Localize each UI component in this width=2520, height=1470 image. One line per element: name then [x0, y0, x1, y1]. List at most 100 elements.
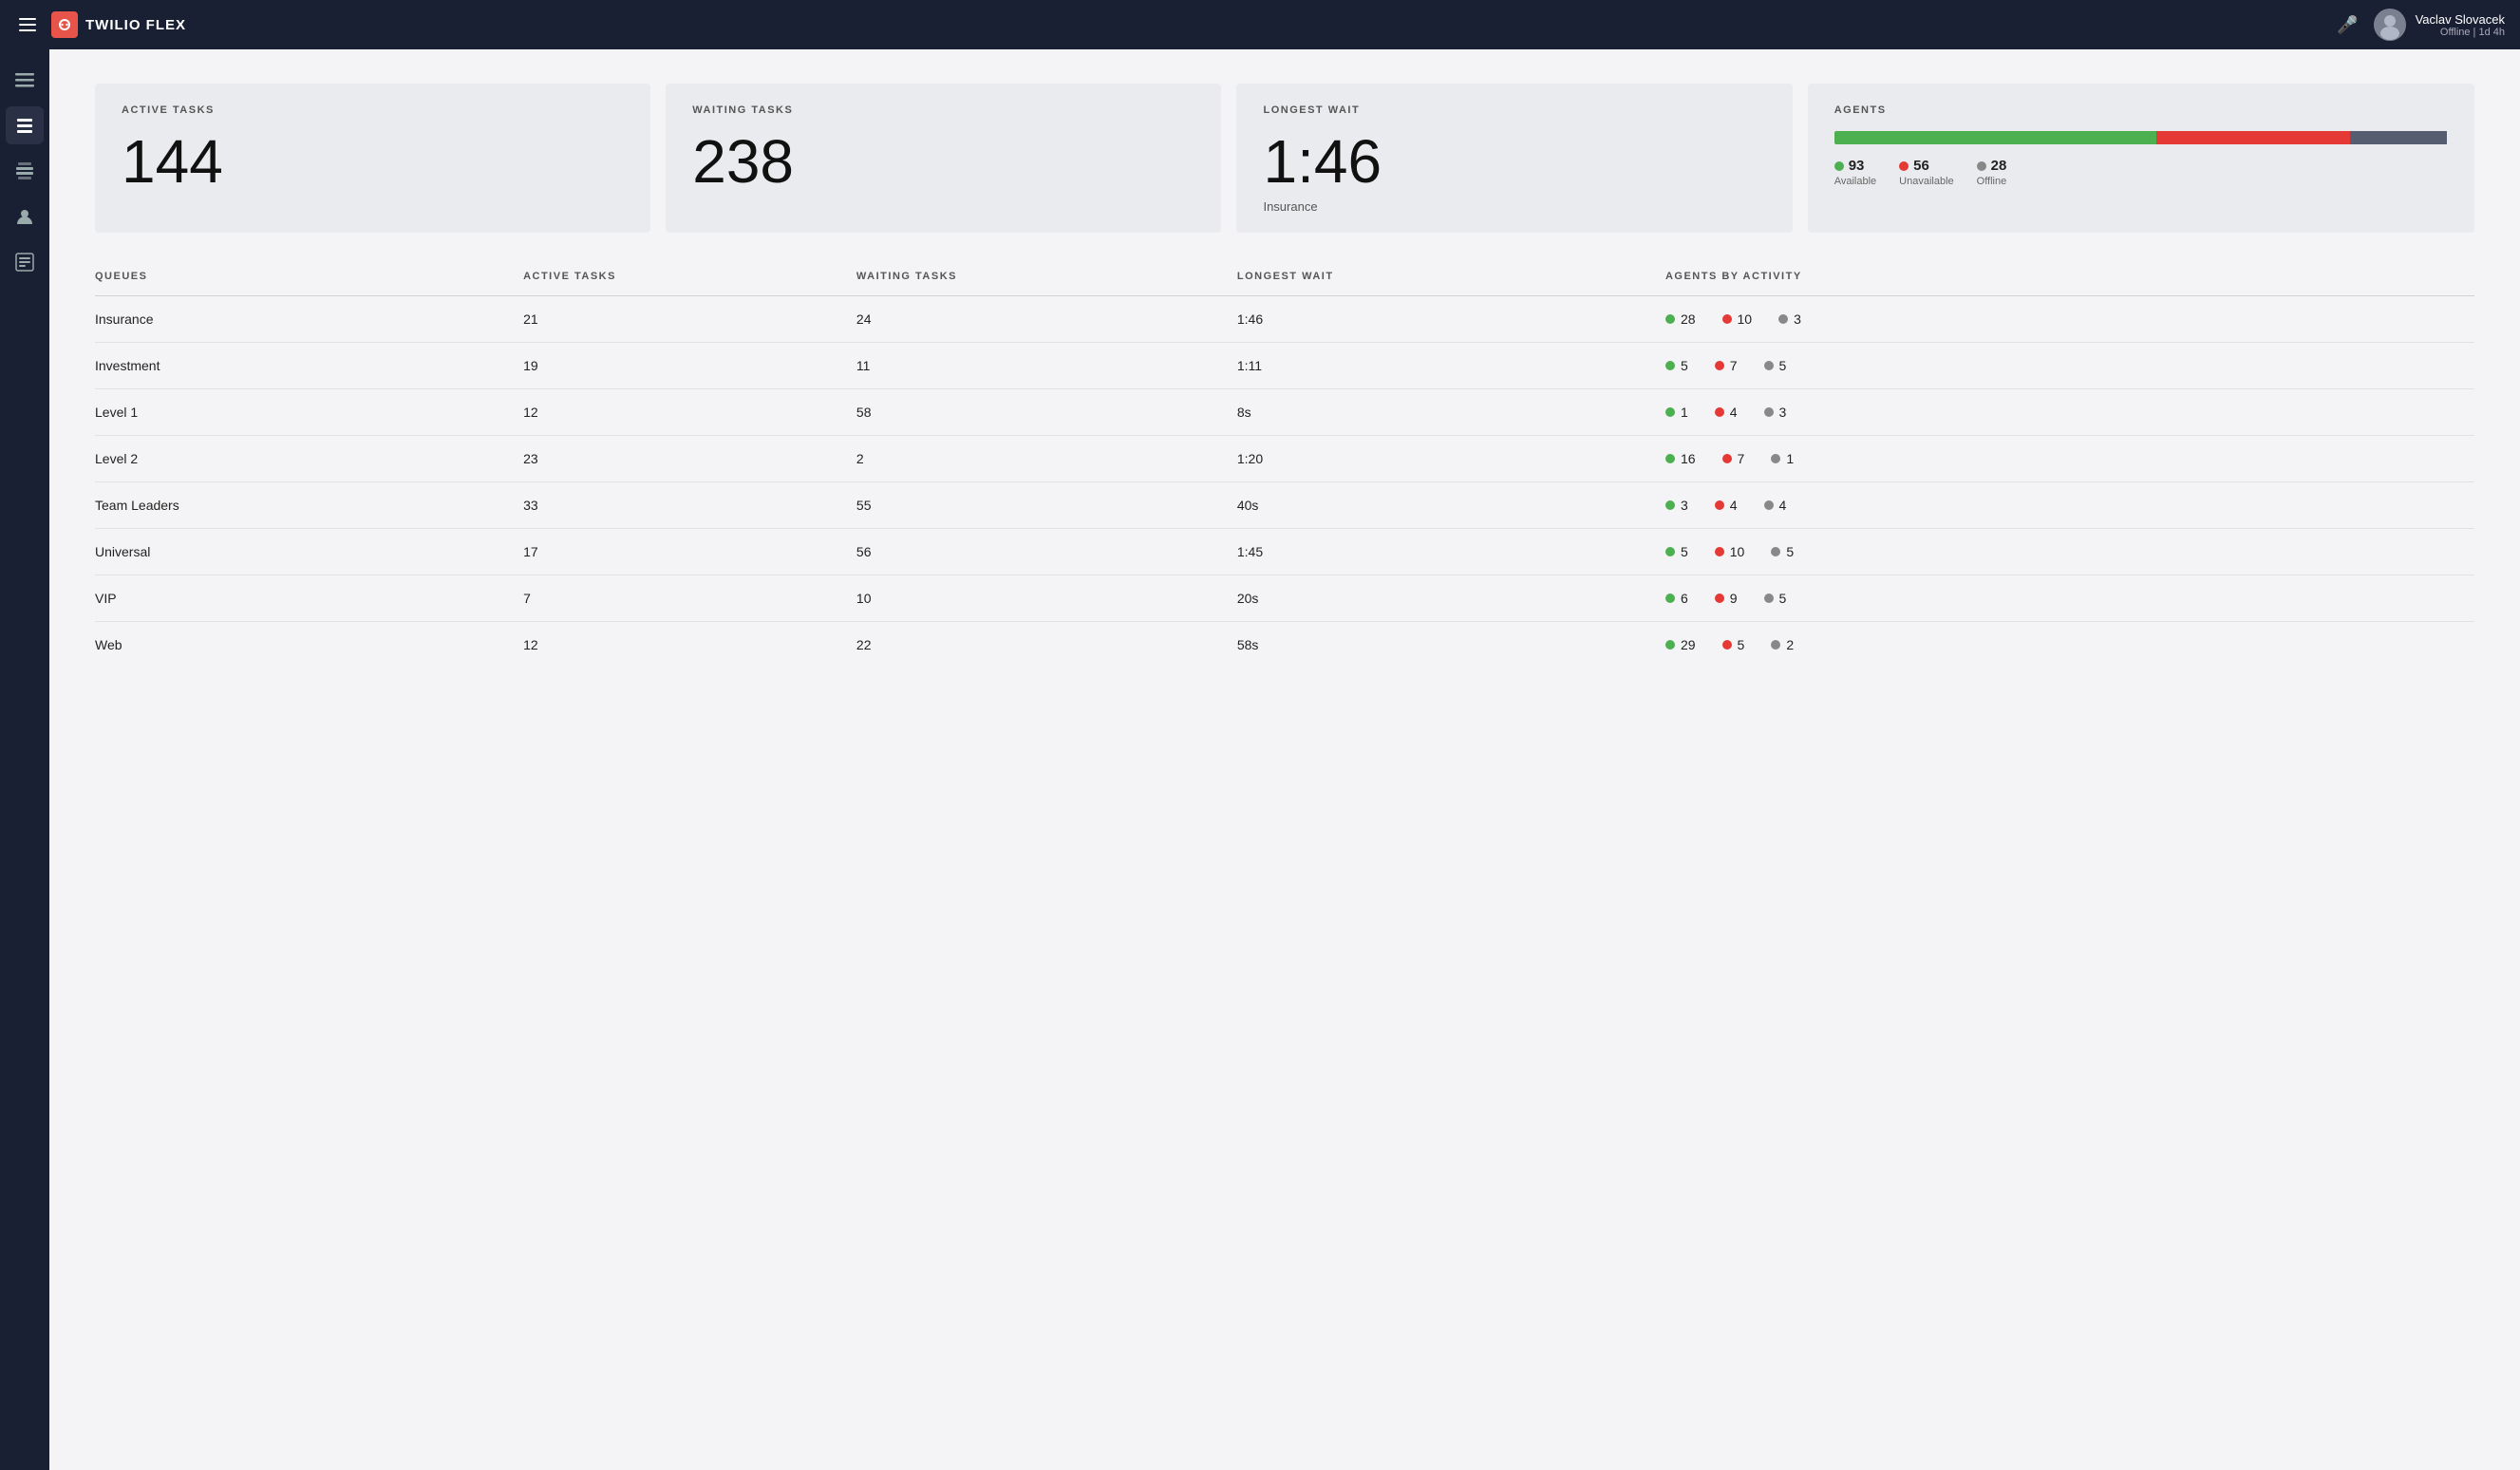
unavailable-count-0: 10 — [1738, 311, 1753, 327]
longest-wait-card: LONGEST WAIT 1:46 Insurance — [1236, 84, 1792, 233]
agents-bar-unavailable — [2156, 131, 2350, 144]
activity-available-6: 6 — [1665, 591, 1688, 606]
available-count-7: 29 — [1681, 637, 1696, 652]
offline-count-3: 1 — [1786, 451, 1794, 466]
cell-waiting-7: 22 — [856, 622, 1237, 669]
available-count-1: 5 — [1681, 358, 1688, 373]
dot-unavailable-2 — [1715, 407, 1724, 417]
agents-card: AGENTS 93 Available 56 — [1808, 84, 2474, 233]
cell-agents-1: 5 7 5 — [1665, 343, 2474, 389]
offline-count-7: 2 — [1786, 637, 1794, 652]
unavailable-count-4: 4 — [1730, 498, 1738, 513]
activity-available-2: 1 — [1665, 405, 1688, 420]
table-row: Investment 19 11 1:11 5 7 5 — [95, 343, 2474, 389]
cell-agents-2: 1 4 3 — [1665, 389, 2474, 436]
waiting-tasks-card: WAITING TASKS 238 — [666, 84, 1221, 233]
unavailable-count-6: 9 — [1730, 591, 1738, 606]
cell-queue-5: Universal — [95, 529, 523, 575]
dot-available-0 — [1665, 314, 1675, 324]
activity-unavailable-2: 4 — [1715, 405, 1738, 420]
activity-offline-3: 1 — [1771, 451, 1794, 466]
cell-longest-5: 1:45 — [1237, 529, 1665, 575]
dot-unavailable-4 — [1715, 500, 1724, 510]
hamburger-button[interactable] — [15, 14, 40, 35]
sidebar-item-contacts[interactable] — [6, 198, 44, 236]
available-count-5: 5 — [1681, 544, 1688, 559]
unavailable-count-7: 5 — [1738, 637, 1745, 652]
dot-unavailable-5 — [1715, 547, 1724, 556]
user-info: Vaclav Slovacek Offline | 1d 4h — [2416, 12, 2505, 38]
dot-available-2 — [1665, 407, 1675, 417]
col-header-agents: AGENTS BY ACTIVITY — [1665, 271, 2474, 296]
col-header-queues: QUEUES — [95, 271, 523, 296]
cell-longest-6: 20s — [1237, 575, 1665, 622]
dot-offline-1 — [1764, 361, 1774, 370]
sidebar-item-menu[interactable] — [6, 61, 44, 99]
table-row: VIP 7 10 20s 6 9 5 — [95, 575, 2474, 622]
topnav-left: TWILIO FLEX — [15, 11, 186, 38]
cell-queue-7: Web — [95, 622, 523, 669]
col-header-active: ACTIVE TASKS — [523, 271, 856, 296]
sidebar — [0, 49, 49, 1470]
activity-available-5: 5 — [1665, 544, 1688, 559]
table-header-row: QUEUES ACTIVE TASKS WAITING TASKS LONGES… — [95, 271, 2474, 296]
dot-offline-4 — [1764, 500, 1774, 510]
legend-unavailable: 56 Unavailable — [1899, 158, 1953, 187]
cell-waiting-3: 2 — [856, 436, 1237, 482]
offline-count-2: 3 — [1779, 405, 1787, 420]
microphone-icon[interactable]: 🎤 — [2337, 15, 2358, 35]
dot-available-4 — [1665, 500, 1675, 510]
dot-unavailable-7 — [1722, 640, 1732, 650]
sidebar-item-layers[interactable] — [6, 106, 44, 144]
activity-offline-2: 3 — [1764, 405, 1787, 420]
activity-offline-7: 2 — [1771, 637, 1794, 652]
cell-waiting-0: 24 — [856, 296, 1237, 343]
user-section[interactable]: Vaclav Slovacek Offline | 1d 4h — [2374, 9, 2505, 41]
cell-waiting-6: 10 — [856, 575, 1237, 622]
waiting-tasks-value: 238 — [692, 131, 1194, 192]
cell-agents-3: 16 7 1 — [1665, 436, 2474, 482]
twilio-logo-icon — [51, 11, 78, 38]
activity-offline-4: 4 — [1764, 498, 1787, 513]
unavailable-count-3: 7 — [1738, 451, 1745, 466]
legend-available-label: Available — [1834, 176, 1876, 187]
dot-offline-2 — [1764, 407, 1774, 417]
offline-count-4: 4 — [1779, 498, 1787, 513]
dot-unavailable-0 — [1722, 314, 1732, 324]
app-logo: TWILIO FLEX — [51, 11, 186, 38]
cell-longest-3: 1:20 — [1237, 436, 1665, 482]
legend-available: 93 Available — [1834, 158, 1876, 187]
sidebar-item-reports[interactable] — [6, 243, 44, 281]
cell-active-7: 12 — [523, 622, 856, 669]
waiting-tasks-label: WAITING TASKS — [692, 104, 1194, 116]
dot-available-6 — [1665, 594, 1675, 603]
cell-active-0: 21 — [523, 296, 856, 343]
activity-unavailable-5: 10 — [1715, 544, 1745, 559]
dot-unavailable-6 — [1715, 594, 1724, 603]
agents-bar-offline — [2350, 131, 2447, 144]
activity-offline-6: 5 — [1764, 591, 1787, 606]
dot-unavailable-1 — [1715, 361, 1724, 370]
legend-unavailable-count: 56 — [1913, 158, 1929, 174]
table-row: Insurance 21 24 1:46 28 10 3 — [95, 296, 2474, 343]
offline-count-1: 5 — [1779, 358, 1787, 373]
legend-unavailable-label: Unavailable — [1899, 176, 1953, 187]
active-tasks-value: 144 — [122, 131, 624, 192]
cell-longest-7: 58s — [1237, 622, 1665, 669]
cell-active-2: 12 — [523, 389, 856, 436]
activity-available-1: 5 — [1665, 358, 1688, 373]
agents-bar — [1834, 131, 2448, 144]
available-count-0: 28 — [1681, 311, 1696, 327]
legend-offline-count: 28 — [1991, 158, 2007, 174]
sidebar-item-stack[interactable] — [6, 152, 44, 190]
cell-agents-4: 3 4 4 — [1665, 482, 2474, 529]
active-tasks-card: ACTIVE TASKS 144 — [95, 84, 650, 233]
activity-unavailable-4: 4 — [1715, 498, 1738, 513]
agents-bar-available — [1834, 131, 2156, 144]
cell-agents-5: 5 10 5 — [1665, 529, 2474, 575]
cell-active-1: 19 — [523, 343, 856, 389]
agents-label: AGENTS — [1834, 104, 2448, 116]
available-count-3: 16 — [1681, 451, 1696, 466]
activity-unavailable-1: 7 — [1715, 358, 1738, 373]
table-row: Universal 17 56 1:45 5 10 5 — [95, 529, 2474, 575]
